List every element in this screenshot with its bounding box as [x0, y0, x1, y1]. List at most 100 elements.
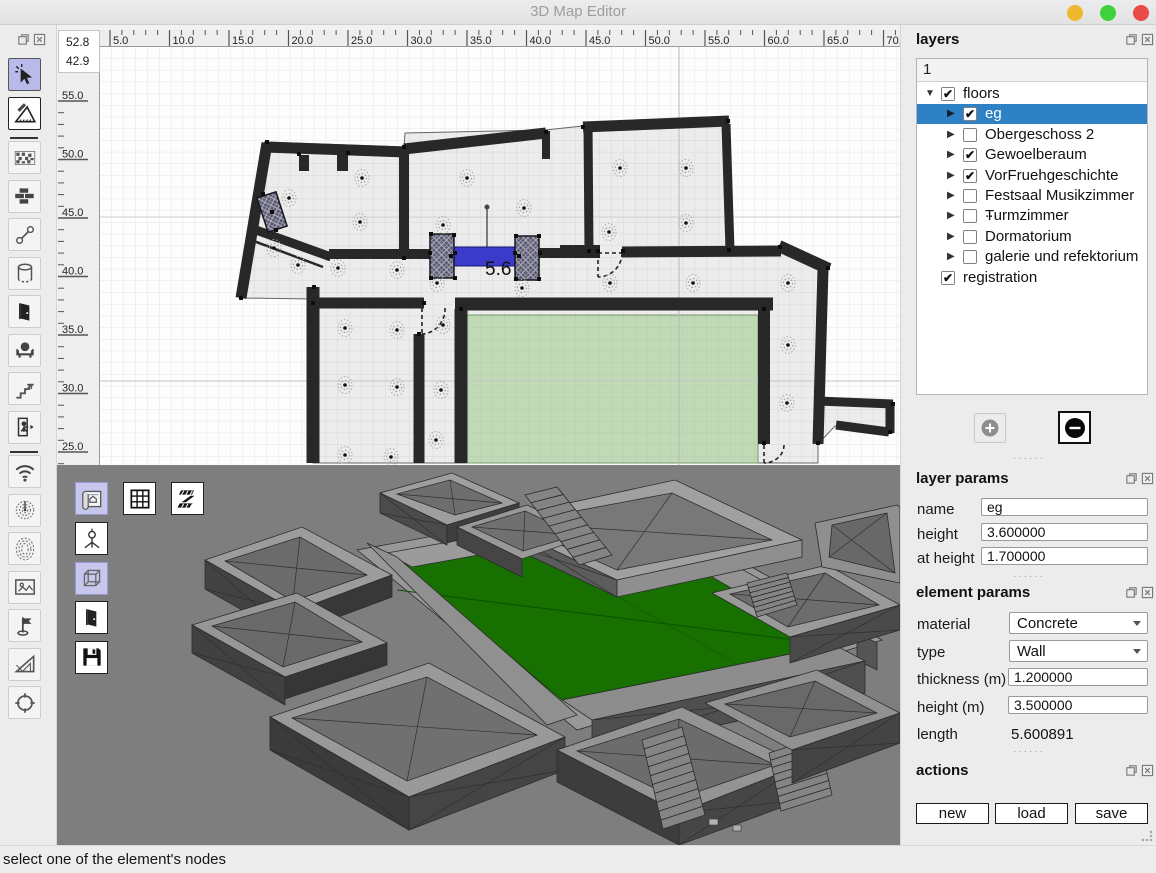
close-dock-icon[interactable]: [1141, 472, 1154, 485]
chevron-right-icon[interactable]: ▶: [947, 170, 955, 181]
grid-button[interactable]: [123, 482, 156, 515]
crosshair-tool-button[interactable]: [8, 686, 41, 719]
floor-plan-canvas[interactable]: 5.6: [100, 47, 900, 465]
measure-tool-button[interactable]: [8, 97, 41, 130]
element-params-title: element params: [916, 584, 1030, 601]
chevron-right-icon[interactable]: ▶: [947, 251, 955, 262]
maximize-button[interactable]: [1100, 5, 1116, 21]
layer-height-field[interactable]: [981, 523, 1148, 541]
dock-panels: layers 1 ▼✔floors▶✔eg▶Obergeschoss 2▶✔Ge…: [900, 25, 1156, 845]
splitter-handle[interactable]: ······: [1013, 571, 1045, 582]
size-grip[interactable]: [1141, 830, 1153, 842]
type-combo[interactable]: Wall: [1009, 640, 1148, 662]
float-dock-icon[interactable]: [1125, 764, 1138, 777]
bricks-tool-button[interactable]: [8, 180, 41, 213]
map-2d-view[interactable]: 52.8 42.9 5.010.015.020.025.030.035.040.…: [57, 25, 900, 465]
float-dock-icon[interactable]: [1125, 472, 1138, 485]
type-label: type: [917, 644, 945, 661]
layer-checkbox[interactable]: ✔: [941, 271, 955, 285]
wifi-tool-button[interactable]: [8, 455, 41, 488]
float-dock-icon[interactable]: [1125, 33, 1138, 46]
layer-checkbox[interactable]: ✔: [963, 148, 977, 162]
image-icon: [12, 574, 38, 600]
add-layer-button[interactable]: [974, 413, 1006, 443]
fingerprint-tool-button[interactable]: [8, 532, 41, 565]
layer-checkbox[interactable]: [963, 250, 977, 264]
title-bar: 3D Map Editor: [0, 0, 1156, 25]
layer-row-festsaal-musikzimmer-[interactable]: ▶Festsaal Musikzimmer ...: [917, 186, 1147, 206]
splitter-handle[interactable]: ······: [1013, 453, 1045, 464]
flag-tool-button[interactable]: [8, 609, 41, 642]
layer-row-dormatorium[interactable]: ▶Dormatorium: [917, 227, 1147, 247]
z-logo-button[interactable]: [171, 482, 204, 515]
model-3d-view[interactable]: [57, 465, 900, 845]
door3d-button[interactable]: [75, 601, 108, 634]
edge-nodes-icon: [12, 222, 38, 248]
radio-source-tool-button[interactable]: [8, 494, 41, 527]
layer-row-registration[interactable]: ✔registration: [917, 268, 1147, 288]
set-square-tool-button[interactable]: [8, 648, 41, 681]
axes-gizmo-button[interactable]: [75, 522, 108, 555]
layer-checkbox[interactable]: ✔: [941, 87, 955, 101]
layer-checkbox[interactable]: ✔: [963, 169, 977, 183]
edge-nodes-tool-button[interactable]: [8, 218, 41, 251]
layer-row-turmzimmer[interactable]: ▶Turmzimmer: [917, 206, 1147, 226]
element-height-field[interactable]: [1008, 696, 1148, 714]
close-dock-icon[interactable]: [1141, 764, 1154, 777]
splitter-handle[interactable]: ······: [1013, 746, 1045, 757]
layers-tree[interactable]: 1 ▼✔floors▶✔eg▶Obergeschoss 2▶✔Gewoelber…: [916, 58, 1148, 395]
close-dock-icon[interactable]: [1141, 33, 1154, 46]
flag-icon: [12, 613, 38, 639]
float-dock-icon[interactable]: [17, 33, 30, 46]
layer-row-floors[interactable]: ▼✔floors: [917, 84, 1147, 104]
save-button[interactable]: [75, 641, 108, 674]
thickness-label: thickness (m): [917, 671, 1006, 688]
material-combo[interactable]: Concrete: [1009, 612, 1148, 634]
svg-text:15.0: 15.0: [232, 35, 253, 47]
axes-gizmo-icon: [79, 526, 105, 552]
thickness-field[interactable]: [1008, 668, 1148, 686]
chevron-down-icon[interactable]: ▼: [925, 88, 935, 99]
layer-checkbox[interactable]: [963, 128, 977, 142]
minimize-button[interactable]: [1067, 5, 1083, 21]
chevron-right-icon[interactable]: ▶: [947, 129, 955, 140]
person-exit-tool-button[interactable]: [8, 411, 41, 444]
image-tool-button[interactable]: [8, 571, 41, 604]
close-dock-icon[interactable]: [1141, 586, 1154, 599]
chevron-right-icon[interactable]: ▶: [947, 190, 955, 201]
cylinder-tool-button[interactable]: [8, 257, 41, 290]
texture-tool-button[interactable]: [8, 141, 41, 174]
save-button[interactable]: save: [1075, 803, 1148, 824]
armchair-tool-button[interactable]: [8, 334, 41, 367]
layer-row-galerie-und-refektorium[interactable]: ▶galerie und refektorium: [917, 247, 1147, 267]
layer-row-gewoelberaum[interactable]: ▶✔Gewoelberaum: [917, 145, 1147, 165]
svg-text:50.0: 50.0: [649, 35, 670, 47]
load-button[interactable]: load: [995, 803, 1068, 824]
stairs-tool-button[interactable]: [8, 372, 41, 405]
layer-row-obergeschoss-2[interactable]: ▶Obergeschoss 2: [917, 125, 1147, 145]
new-button[interactable]: new: [916, 803, 989, 824]
z-logo-icon: [175, 486, 201, 512]
layer-row-vorfruehgeschichte[interactable]: ▶✔VorFruehgeschichte: [917, 166, 1147, 186]
layer-checkbox[interactable]: [963, 189, 977, 203]
layer-checkbox[interactable]: [963, 230, 977, 244]
layer-at-height-field[interactable]: [981, 547, 1148, 565]
close-dock-icon[interactable]: [33, 33, 46, 46]
layer-name-field[interactable]: [981, 498, 1148, 516]
door-icon: [12, 299, 38, 325]
chevron-right-icon[interactable]: ▶: [947, 231, 955, 242]
layer-checkbox[interactable]: ✔: [963, 107, 977, 121]
layer-checkbox[interactable]: [963, 209, 977, 223]
wire-cube-button[interactable]: [75, 562, 108, 595]
close-button[interactable]: [1133, 5, 1149, 21]
cursor-select-tool-button[interactable]: [8, 58, 41, 91]
svg-text:30.0: 30.0: [411, 35, 432, 47]
chevron-right-icon[interactable]: ▶: [947, 210, 955, 221]
blueprint-button[interactable]: [75, 482, 108, 515]
chevron-right-icon[interactable]: ▶: [947, 149, 955, 160]
remove-layer-button[interactable]: [1058, 411, 1091, 444]
chevron-right-icon[interactable]: ▶: [947, 108, 955, 119]
layer-row-eg[interactable]: ▶✔eg: [917, 104, 1147, 124]
door-tool-button[interactable]: [8, 295, 41, 328]
float-dock-icon[interactable]: [1125, 586, 1138, 599]
